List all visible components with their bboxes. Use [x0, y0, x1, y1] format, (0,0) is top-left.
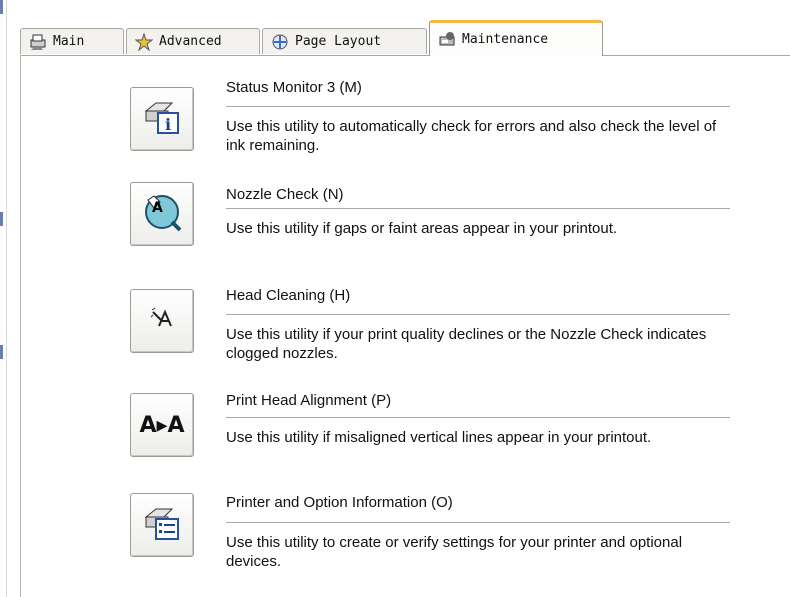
print-head-alignment-icon: A▸A — [139, 412, 185, 438]
head-cleaning-icon — [147, 304, 177, 339]
nozzle-check-description: Use this utility if gaps or faint areas … — [226, 220, 618, 237]
status-monitor-button[interactable]: i — [130, 87, 194, 151]
tab-maintenance[interactable]: Maintenance — [429, 20, 603, 56]
tab-advanced[interactable]: Advanced — [126, 28, 260, 54]
printer-info-button[interactable] — [130, 493, 194, 557]
status-monitor-title: Status Monitor 3 (M) — [226, 79, 362, 96]
printer-info-title: Printer and Option Information (O) — [226, 494, 453, 511]
head-cleaning-description: Use this utility if your print quality d… — [226, 326, 707, 362]
tab-main-label: Main — [53, 34, 85, 49]
settings-star-icon — [134, 31, 154, 51]
divider — [226, 522, 730, 523]
nozzle-check-icon: A — [140, 190, 184, 239]
tab-maintenance-label: Maintenance — [462, 32, 549, 47]
divider — [226, 106, 730, 107]
maintenance-icon — [438, 31, 456, 49]
tab-strip: Main Advanced Page Layout Maintenance — [20, 18, 790, 60]
head-cleaning-button[interactable] — [130, 289, 194, 353]
tab-main[interactable]: Main — [20, 28, 124, 54]
divider — [226, 314, 730, 315]
printer-info-description: Use this utility to create or verify set… — [226, 534, 683, 570]
page-layout-icon — [271, 33, 289, 51]
printer-icon — [29, 33, 47, 51]
status-monitor-description: Use this utility to automatically check … — [226, 118, 717, 154]
divider — [226, 208, 730, 209]
printer-info-icon — [142, 503, 182, 548]
svg-text:A: A — [152, 200, 163, 216]
print-head-alignment-button[interactable]: A▸A — [130, 393, 194, 457]
nozzle-check-button[interactable]: A — [130, 182, 194, 246]
divider — [226, 417, 730, 418]
tab-panel-left-border — [20, 55, 21, 597]
status-monitor-icon: i — [142, 97, 182, 142]
print-head-alignment-title: Print Head Alignment (P) — [226, 392, 392, 409]
head-cleaning-title: Head Cleaning (H) — [226, 287, 351, 304]
print-head-alignment-description: Use this utility if misaligned vertical … — [226, 429, 652, 446]
edge-marker — [0, 345, 3, 359]
tab-panel-border — [20, 55, 790, 56]
edge-marker — [0, 212, 3, 226]
nozzle-check-title: Nozzle Check (N) — [226, 186, 344, 203]
edge-marker — [0, 0, 3, 14]
svg-text:i: i — [165, 115, 171, 134]
window-left-edge — [0, 0, 7, 597]
tab-page-layout[interactable]: Page Layout — [262, 28, 427, 54]
tab-page-layout-label: Page Layout — [295, 34, 382, 49]
tab-advanced-label: Advanced — [159, 34, 222, 49]
